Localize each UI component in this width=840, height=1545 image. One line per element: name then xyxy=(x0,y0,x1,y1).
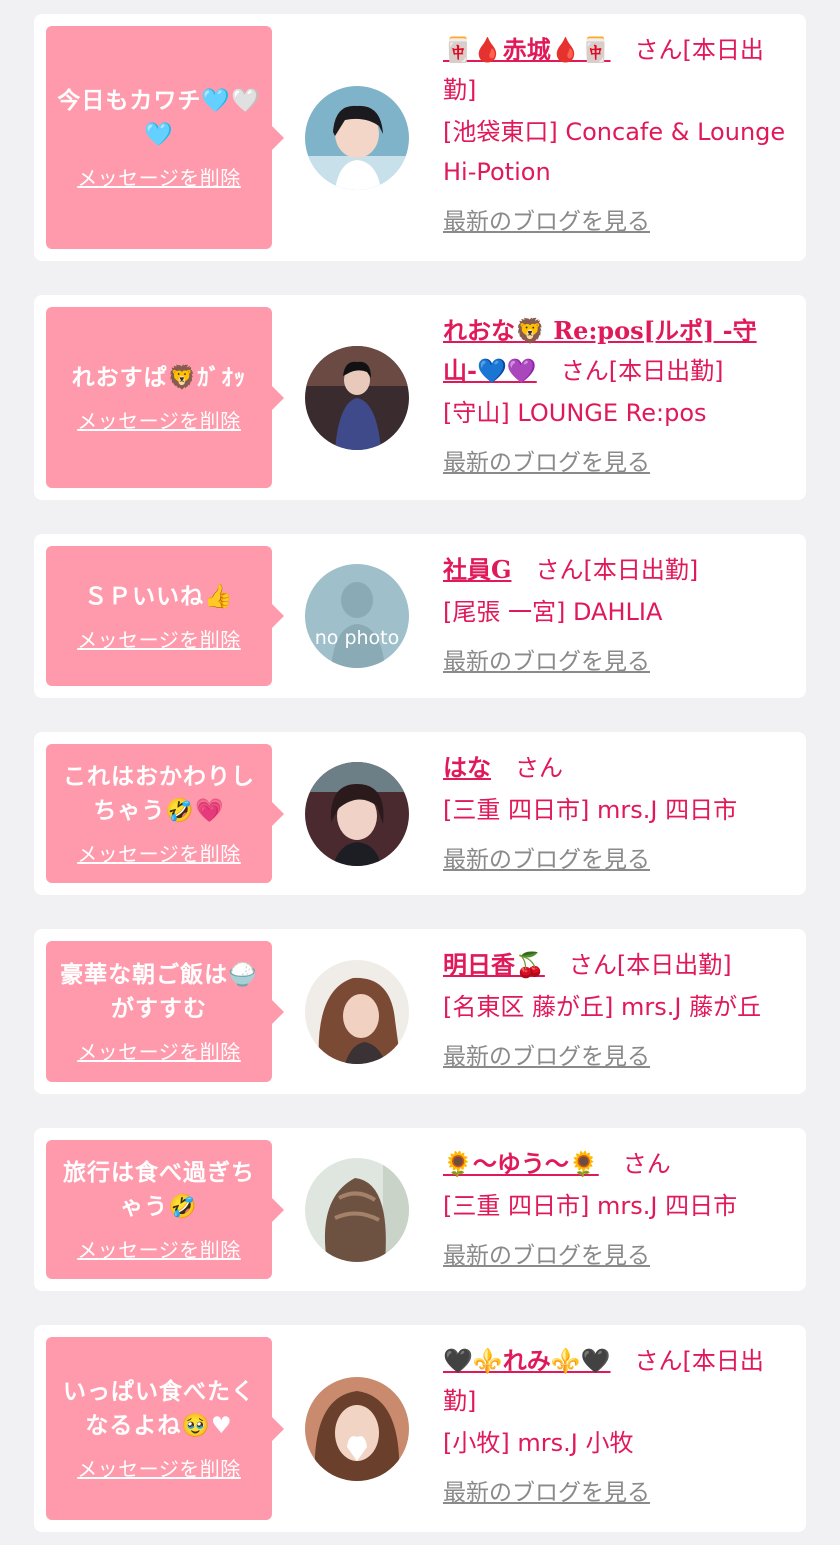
list-item: 今日もカワチ🩵🤍🩵 メッセージを削除 🀄🩸赤城🩸🀄 さん[本日出勤] [池袋東口]… xyxy=(34,14,806,261)
message-bubble: れおすぱ🦁ｶﾞｵｯ メッセージを削除 xyxy=(46,307,284,488)
profile-info: 🖤⚜️れみ⚜️🖤 さん[本日出勤] [小牧] mrs.J 小牧 最新のブログを見る xyxy=(443,1325,806,1527)
latest-blog-link[interactable]: 最新のブログを見る xyxy=(443,642,650,682)
delete-message-link[interactable]: メッセージを削除 xyxy=(77,405,241,434)
delete-message-link[interactable]: メッセージを削除 xyxy=(77,624,241,653)
message-text: ＳＰいいね👍 xyxy=(84,583,234,610)
message-text: 旅行は食べ過ぎちゃう🤣 xyxy=(63,1160,255,1220)
message-text: これはおかわりしちゃう🤣💗 xyxy=(63,764,255,824)
message-bubble: いっぱい食べたくなるよね🥹♥ メッセージを削除 xyxy=(46,1337,284,1520)
list-item: 旅行は食べ過ぎちゃう🤣 メッセージを削除 🌻〜ゆう〜🌻 さん [三重 四日市] m… xyxy=(34,1128,806,1291)
profile-info: 明日香🍒 さん[本日出勤] [名東区 藤が丘] mrs.J 藤が丘 最新のブログを… xyxy=(443,929,806,1091)
list-item: れおすぱ🦁ｶﾞｵｯ メッセージを削除 れおな🦁 Re:pos[ルポ] -守山-💙… xyxy=(34,295,806,500)
avatar[interactable] xyxy=(305,1376,409,1481)
avatar[interactable] xyxy=(305,345,409,450)
profile-info: 🀄🩸赤城🩸🀄 さん[本日出勤] [池袋東口] Concafe & Lounge H… xyxy=(443,14,806,256)
profile-name-link[interactable]: 🀄🩸赤城🩸🀄 xyxy=(443,35,611,64)
latest-blog-link[interactable]: 最新のブログを見る xyxy=(443,1236,650,1276)
profile-name-link[interactable]: 🖤⚜️れみ⚜️🖤 xyxy=(443,1346,611,1375)
avatar[interactable]: no photo xyxy=(305,564,409,668)
list-item: 豪華な朝ご飯は🍚がすすむ メッセージを削除 明日香🍒 さん[本日出勤] [名東区 … xyxy=(34,929,806,1094)
latest-blog-link[interactable]: 最新のブログを見る xyxy=(443,443,650,483)
status-suffix: さん[本日出勤] xyxy=(560,357,724,385)
message-bubble: 豪華な朝ご飯は🍚がすすむ メッセージを削除 xyxy=(46,941,284,1082)
shop-name: [小牧] mrs.J 小牧 xyxy=(443,1429,634,1457)
shop-name: [名東区 藤が丘] mrs.J 藤が丘 xyxy=(443,993,762,1021)
profile-name-link[interactable]: 🌻〜ゆう〜🌻 xyxy=(443,1149,599,1178)
message-bubble: ＳＰいいね👍 メッセージを削除 xyxy=(46,546,284,686)
profile-name-link[interactable]: 明日香🍒 xyxy=(443,950,545,979)
message-bubble: これはおかわりしちゃう🤣💗 メッセージを削除 xyxy=(46,744,284,883)
latest-blog-link[interactable]: 最新のブログを見る xyxy=(443,202,650,242)
message-text: れおすぱ🦁ｶﾞｵｯ xyxy=(71,365,247,391)
profile-info: はな さん [三重 四日市] mrs.J 四日市 最新のブログを見る xyxy=(443,732,806,894)
delete-message-link[interactable]: メッセージを削除 xyxy=(77,1036,241,1065)
message-text: いっぱい食べたくなるよね🥹♥ xyxy=(63,1379,255,1439)
avatar[interactable] xyxy=(305,959,409,1064)
profile-name-link[interactable]: 社員G xyxy=(443,555,512,584)
latest-blog-link[interactable]: 最新のブログを見る xyxy=(443,840,650,880)
shop-name: [三重 四日市] mrs.J 四日市 xyxy=(443,1192,738,1220)
profile-name-link[interactable]: はな xyxy=(443,753,491,782)
latest-blog-link[interactable]: 最新のブログを見る xyxy=(443,1037,650,1077)
status-suffix: さん xyxy=(622,1150,671,1178)
delete-message-link[interactable]: メッセージを削除 xyxy=(77,162,241,191)
delete-message-link[interactable]: メッセージを削除 xyxy=(77,1453,241,1482)
message-text: 豪華な朝ご飯は🍚がすすむ xyxy=(60,962,258,1022)
latest-blog-link[interactable]: 最新のブログを見る xyxy=(443,1473,650,1513)
profile-info: 社員G さん[本日出勤] [尾張 一宮] DAHLIA 最新のブログを見る xyxy=(443,534,806,696)
status-suffix: さん[本日出勤] xyxy=(535,556,699,584)
status-suffix: さん xyxy=(515,754,563,782)
status-suffix: さん[本日出勤] xyxy=(568,951,732,979)
delete-message-link[interactable]: メッセージを削除 xyxy=(77,1234,241,1263)
list-item: これはおかわりしちゃう🤣💗 メッセージを削除 はな さん [三重 四日市] mrs… xyxy=(34,732,806,895)
avatar[interactable] xyxy=(305,761,409,866)
message-list: 今日もカワチ🩵🤍🩵 メッセージを削除 🀄🩸赤城🩸🀄 さん[本日出勤] [池袋東口]… xyxy=(0,0,840,1532)
shop-name: [守山] LOUNGE Re:pos xyxy=(443,399,707,427)
no-photo-label: no photo xyxy=(315,627,400,649)
message-bubble: 旅行は食べ過ぎちゃう🤣 メッセージを削除 xyxy=(46,1140,284,1279)
list-item: ＳＰいいね👍 メッセージを削除 no photo 社員G さん[本日出勤] [尾張… xyxy=(34,534,806,698)
message-text: 今日もカワチ🩵🤍🩵 xyxy=(57,88,261,148)
avatar[interactable] xyxy=(305,85,409,190)
shop-name: [三重 四日市] mrs.J 四日市 xyxy=(443,796,738,824)
delete-message-link[interactable]: メッセージを削除 xyxy=(77,838,241,867)
list-item: いっぱい食べたくなるよね🥹♥ メッセージを削除 🖤⚜️れみ⚜️🖤 さん[本日出勤]… xyxy=(34,1325,806,1532)
avatar[interactable] xyxy=(305,1157,409,1262)
shop-name: [尾張 一宮] DAHLIA xyxy=(443,598,663,626)
profile-info: 🌻〜ゆう〜🌻 さん [三重 四日市] mrs.J 四日市 最新のブログを見る xyxy=(443,1128,806,1290)
message-bubble: 今日もカワチ🩵🤍🩵 メッセージを削除 xyxy=(46,26,284,249)
profile-info: れおな🦁 Re:pos[ルポ] -守山-💙💜 さん[本日出勤] [守山] LOUN… xyxy=(443,295,806,497)
shop-name: [池袋東口] Concafe & Lounge Hi-Potion xyxy=(443,118,786,186)
